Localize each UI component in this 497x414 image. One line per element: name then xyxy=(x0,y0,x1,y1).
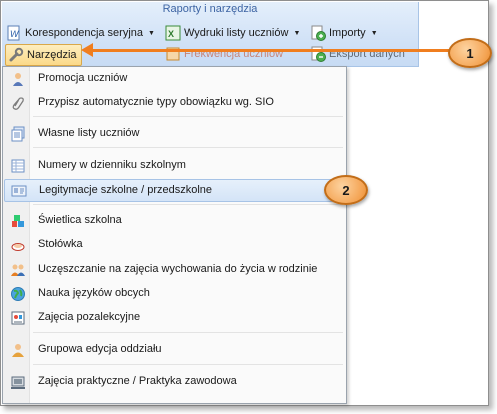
menu-item-stolowka[interactable]: Stołówka xyxy=(4,234,344,255)
common-room-icon xyxy=(10,213,26,229)
word-document-icon: W xyxy=(6,25,22,41)
dropdown-arrow-icon: ▼ xyxy=(293,29,301,37)
menu-item-promocja-uczniow[interactable]: Promocja uczniów xyxy=(4,68,344,89)
family-education-icon xyxy=(10,262,26,278)
frekwencja-uczniow-button[interactable]: Frekwencja uczniów xyxy=(165,44,283,64)
menu-item-swietlica[interactable]: Świetlica szkolna xyxy=(4,210,344,231)
menu-item-grupowa-edycja[interactable]: Grupowa edycja oddziału xyxy=(4,339,344,360)
menu-item-numery-w-dzienniku[interactable]: Numery w dzienniku szkolnym xyxy=(4,155,344,176)
menu-item-przypisz-typy[interactable]: Przypisz automatycznie typy obowiązku wg… xyxy=(4,92,344,113)
importy-button[interactable]: Importy ▼ xyxy=(310,23,378,43)
dropdown-arrow-icon: ▼ xyxy=(370,29,378,37)
narzedzia-button[interactable]: Narzędzia xyxy=(5,44,82,66)
group-edit-icon xyxy=(10,342,26,358)
callout-1: 1 xyxy=(448,38,492,68)
menu-separator xyxy=(33,204,343,205)
callout-2: 2 xyxy=(324,175,368,205)
canteen-icon xyxy=(10,237,26,253)
globe-icon xyxy=(10,286,26,302)
import-icon xyxy=(310,25,326,41)
journal-numbers-icon xyxy=(10,158,26,174)
ribbon-group-reports-tools: Raporty i narzędzia W Korespondencja ser… xyxy=(2,2,419,67)
paperclip-icon xyxy=(10,95,26,111)
extracurricular-icon xyxy=(10,310,26,326)
wrench-icon xyxy=(8,47,24,63)
menu-item-wychowanie-do-zycia[interactable]: Uczęszczanie na zajęcia wychowania do ży… xyxy=(4,259,344,280)
menu-item-jezyki-obce[interactable]: Nauka języków obcych xyxy=(4,283,344,304)
narzedzia-dropdown-menu: Promocja uczniów Przypisz automatycznie … xyxy=(2,66,347,404)
app-frame: Raporty i narzędzia W Korespondencja ser… xyxy=(0,0,492,406)
callout-1-arrow-line xyxy=(93,49,453,52)
menu-item-legitymacje[interactable]: Legitymacje szkolne / przedszkolne xyxy=(4,179,344,202)
excel-icon: X xyxy=(165,25,181,41)
menu-separator xyxy=(33,116,343,117)
dropdown-arrow-icon: ▼ xyxy=(148,29,155,37)
menu-separator xyxy=(33,364,343,365)
menu-separator xyxy=(33,332,343,333)
menu-item-wlasne-listy[interactable]: Własne listy uczniów xyxy=(4,123,344,144)
svg-text:X: X xyxy=(168,29,174,39)
eksport-danych-button[interactable]: Eksport danych xyxy=(310,44,405,64)
wydruki-listy-uczniow-button[interactable]: X Wydruki listy uczniów ▼ xyxy=(165,23,300,43)
korespondencja-seryjna-button[interactable]: W Korespondencja seryjna ▼ xyxy=(6,23,155,43)
ribbon-group-title: Raporty i narzędzia xyxy=(162,3,258,15)
menu-item-zajecia-praktyczne[interactable]: Zajęcia praktyczne / Praktyka zawodowa xyxy=(4,371,344,392)
menu-separator xyxy=(33,147,343,148)
promotion-icon xyxy=(10,71,26,87)
callout-1-arrowhead-icon xyxy=(81,43,93,57)
practical-classes-icon xyxy=(10,374,26,390)
menu-item-zajecia-pozalekcyjne[interactable]: Zajęcia pozalekcyjne xyxy=(4,307,344,328)
id-card-icon xyxy=(11,183,27,199)
custom-lists-icon xyxy=(10,126,26,142)
